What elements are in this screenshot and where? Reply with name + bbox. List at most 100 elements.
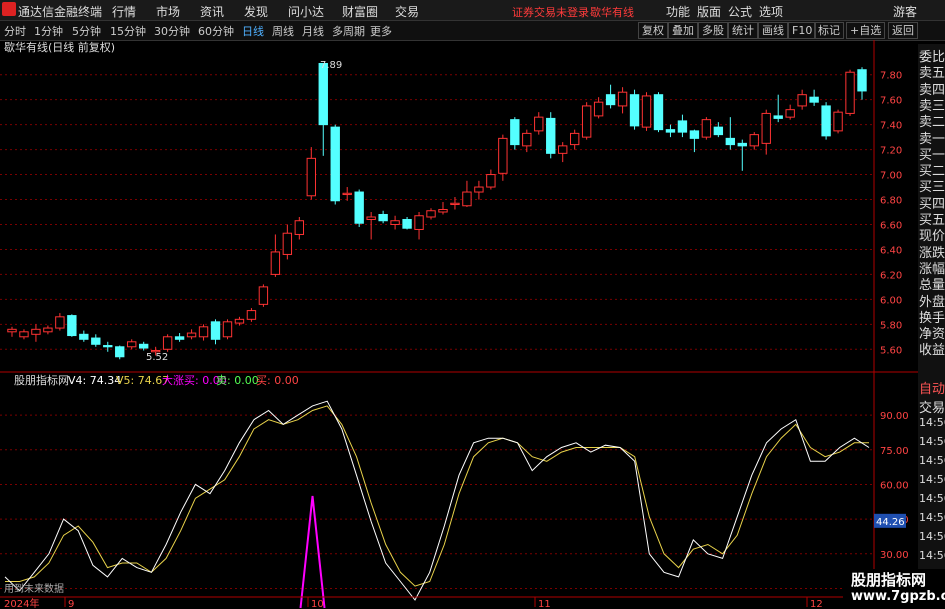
candle-body	[186, 332, 197, 338]
menu-layout[interactable]: 版面	[697, 3, 721, 20]
candle-body	[174, 336, 185, 340]
candle-body	[115, 346, 125, 358]
side-lower-item[interactable]: 自动	[919, 378, 945, 397]
price-tick-label: 7.60	[880, 96, 902, 107]
app-title: 通达信金融终端	[18, 5, 103, 19]
candle-body	[246, 310, 257, 320]
side-lower-item[interactable]: 14:56	[919, 549, 945, 562]
candle-body	[522, 132, 532, 147]
low-price-label: 5.52	[146, 352, 168, 363]
indicator-tick-label: 90.00	[880, 411, 909, 422]
candle-body	[282, 232, 293, 255]
stock-name-header: 歇华有线	[590, 6, 634, 19]
menu-function[interactable]: 功能	[666, 3, 690, 20]
period-more[interactable]: 更多	[370, 23, 392, 39]
v4-value: V4: 74.34	[68, 374, 121, 387]
period-daily[interactable]: 日线	[242, 23, 264, 39]
period-60min[interactable]: 60分钟	[198, 23, 234, 39]
side-lower-item[interactable]: 14:56	[919, 416, 945, 429]
side-lower-item[interactable]: 14:56	[919, 435, 945, 448]
menu-quote[interactable]: 行情	[112, 3, 136, 20]
menu-trade[interactable]: 交易	[395, 3, 419, 20]
price-tick-label: 6.40	[880, 245, 902, 256]
menu-discover[interactable]: 发现	[244, 3, 268, 20]
kline-chart[interactable]: 歇华有线(日线 前复权) 7.89 5.52 股朋指标网 V4: 74.34 V…	[0, 40, 918, 609]
side-lower-item[interactable]: 14:56	[919, 492, 945, 505]
price-tick-label: 7.00	[880, 171, 902, 182]
candle-body	[558, 145, 568, 154]
login-notice[interactable]: 证券交易未登录	[512, 4, 589, 20]
candle-body	[222, 321, 233, 338]
mark-button[interactable]: 标记	[814, 22, 844, 39]
period-15min[interactable]: 15分钟	[110, 23, 146, 39]
high-price-label: 7.89	[320, 60, 342, 71]
candle-body	[91, 337, 101, 345]
candle-body	[785, 109, 795, 118]
menu-formula[interactable]: 公式	[728, 3, 752, 20]
side-lower-item[interactable]: 14:56	[919, 454, 945, 467]
period-weekly[interactable]: 周线	[272, 23, 294, 39]
current-value-text: 44.26	[876, 517, 905, 528]
side-lower-item[interactable]: 14:56	[919, 511, 945, 524]
adjust-button[interactable]: 复权	[638, 22, 668, 39]
candle-body	[581, 105, 592, 138]
candle-body	[31, 328, 41, 335]
candle-body	[773, 115, 783, 119]
f10-button[interactable]: F10	[788, 22, 817, 39]
candle-body	[402, 218, 412, 229]
candle-body	[821, 105, 831, 137]
candle-body	[665, 129, 676, 133]
candle-body	[486, 174, 496, 188]
menu-wealth[interactable]: 财富圈	[342, 3, 378, 20]
candle-body	[797, 94, 807, 107]
period-monthly[interactable]: 月线	[302, 23, 324, 39]
price-tick-label: 7.40	[880, 121, 902, 132]
back-button[interactable]: 返回	[888, 22, 918, 39]
price-tick-label: 6.20	[880, 270, 902, 281]
stats-button[interactable]: 统计	[728, 22, 758, 39]
candle-body	[653, 94, 664, 131]
period-5min[interactable]: 5分钟	[72, 23, 101, 39]
period-multi[interactable]: 多周期	[332, 23, 365, 39]
side-label[interactable]: 收益	[919, 339, 945, 358]
side-lower-item[interactable]: 交易	[919, 397, 945, 416]
draw-button[interactable]: 画线	[758, 22, 788, 39]
overlay-button[interactable]: 叠加	[668, 22, 698, 39]
menu-ask[interactable]: 问小达	[288, 3, 324, 20]
candle-body	[79, 333, 89, 340]
candle-body	[354, 191, 364, 224]
menu-bar: 通达信金融终端 行情 市场 资讯 发现 问小达 财富圈 交易 证券交易未登录 歇…	[0, 0, 945, 21]
menu-guest[interactable]: 游客	[893, 3, 917, 20]
v5-line	[5, 405, 869, 587]
candle-body	[342, 192, 352, 196]
candle-body	[534, 116, 544, 132]
menu-options[interactable]: 选项	[759, 3, 783, 20]
period-1min[interactable]: 1分钟	[34, 23, 63, 39]
candle-body	[306, 157, 316, 197]
candle-body	[426, 210, 436, 218]
price-tick-label: 5.80	[880, 320, 902, 331]
add-favorite-button[interactable]: +自选	[846, 22, 886, 39]
candle-body	[7, 328, 17, 333]
date-tick-label: 9	[68, 599, 74, 609]
sell-value: 卖: 0.00	[216, 374, 259, 387]
price-tick-label: 7.20	[880, 146, 902, 157]
menu-news[interactable]: 资讯	[200, 3, 224, 20]
side-lower-item[interactable]: 14:56	[919, 530, 945, 543]
candle-body	[629, 94, 640, 127]
menu-market[interactable]: 市场	[156, 3, 180, 20]
date-tick-label: 12	[810, 599, 823, 609]
candle-body	[270, 251, 281, 275]
candle-body	[593, 101, 604, 117]
side-lower-item[interactable]: 14:56	[919, 473, 945, 486]
multi-stock-button[interactable]: 多股	[698, 22, 728, 39]
date-axis: 2024年 9 10 11 12	[0, 596, 874, 609]
period-30min[interactable]: 30分钟	[154, 23, 190, 39]
app-logo-icon	[2, 2, 16, 16]
candle-body	[450, 202, 460, 206]
candle-body	[761, 112, 771, 144]
indicator-tick-label: 60.00	[880, 480, 909, 491]
candle-body	[43, 327, 53, 333]
period-tick[interactable]: 分时	[4, 23, 26, 39]
quote-side-panel: 委比 卖五 卖四 卖三 卖二 卖一 买一 买二 买三 买四 买五 现价 涨跌 涨幅 总量 外盘 换手 净资 收益 自动…	[918, 44, 945, 609]
